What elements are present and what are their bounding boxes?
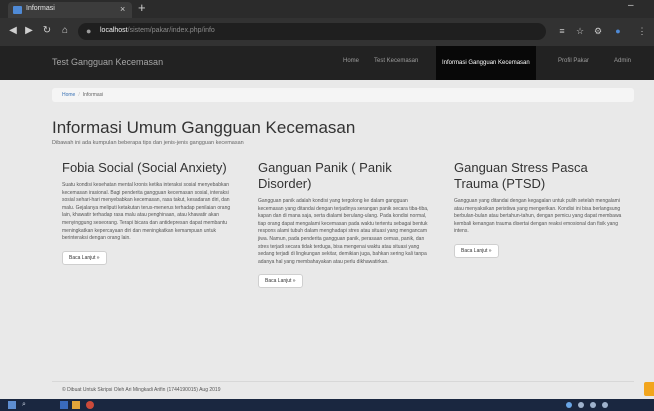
address-bar[interactable]: ● localhost/sistem/pakar/index.php/info — [78, 23, 546, 40]
browser-tab-bar: Informasi × + – — [0, 0, 654, 18]
tab-title: Informasi — [26, 5, 55, 12]
extension-icon[interactable]: ⚙ — [592, 25, 604, 37]
page-title: Informasi Umum Gangguan Kecemasan — [52, 118, 356, 137]
info-column-panic-disorder: Ganguan Panik ( Panik Disorder) Gangguan… — [258, 160, 434, 289]
new-tab-button[interactable]: + — [138, 1, 146, 15]
home-icon[interactable]: ⌂ — [58, 24, 72, 38]
nav-admin[interactable]: Admin — [614, 58, 631, 64]
column-body: Suatu kondisi kesehatan mental kronis ke… — [62, 182, 231, 242]
lock-icon: ● — [86, 26, 92, 36]
site-navbar: Test Gangguan Kecemasan Home Test Kecema… — [0, 46, 654, 80]
info-column-social-anxiety: Fobia Social (Social Anxiety) Suatu kond… — [62, 160, 238, 265]
forward-icon[interactable]: ▶ — [22, 24, 36, 38]
search-icon[interactable]: ⌕ — [22, 401, 30, 409]
read-more-button[interactable]: Baca Lanjut » — [62, 250, 107, 265]
column-title: Ganguan Panik ( Panik Disorder) — [258, 160, 392, 191]
column-body: Gangguan yang ditandai dengan kegagalan … — [454, 198, 622, 235]
back-icon[interactable]: ◀ — [6, 24, 20, 38]
system-tray — [566, 401, 626, 409]
os-taskbar: ⌕ — [0, 399, 654, 411]
breadcrumb-current: Informasi — [82, 92, 104, 98]
notification-badge[interactable] — [644, 382, 654, 396]
start-icon[interactable] — [8, 401, 16, 409]
minimize-button[interactable]: – — [628, 0, 634, 11]
notification-icon[interactable] — [602, 402, 608, 408]
breadcrumb-separator: / — [78, 92, 80, 98]
page-subtitle: Dibawah ini ada kumpulan beberapa tips d… — [52, 140, 244, 146]
column-body: Gangguan panik adalah kondisi yang tergo… — [258, 198, 429, 265]
footer-divider — [52, 381, 634, 382]
breadcrumb: Home / Informasi — [52, 88, 634, 102]
nav-test-kecemasan[interactable]: Test Kecemasan — [374, 58, 418, 64]
file-explorer-icon[interactable] — [60, 401, 68, 409]
folder-icon[interactable] — [72, 401, 80, 409]
profile-icon[interactable]: ● — [612, 25, 624, 37]
column-title: Ganguan Stress Pasca Trauma (PTSD) — [454, 160, 588, 191]
info-column-ptsd: Ganguan Stress Pasca Trauma (PTSD) Gangg… — [454, 160, 630, 258]
browser-icon[interactable] — [86, 401, 94, 409]
breadcrumb-home[interactable]: Home — [62, 92, 75, 98]
close-tab-icon[interactable]: × — [120, 4, 125, 14]
star-icon[interactable]: ☆ — [574, 25, 586, 37]
favicon-icon — [13, 6, 22, 14]
breadcrumb-text: Home / Informasi — [62, 92, 103, 98]
footer-text: © Dibuat Untuk Skripsi Oleh Ari Mingkadi… — [62, 387, 221, 393]
url-text: localhost/sistem/pakar/index.php/info — [100, 27, 215, 34]
menu-icon[interactable]: ≡ — [556, 25, 568, 37]
browser-tab[interactable]: Informasi × — [8, 2, 132, 18]
site-brand[interactable]: Test Gangguan Kecemasan — [52, 57, 163, 67]
read-more-button[interactable]: Baca Lanjut » — [454, 243, 499, 258]
nav-informasi[interactable]: Informasi Gangguan Kecemasan — [436, 46, 536, 80]
more-icon[interactable]: ⋮ — [636, 25, 648, 37]
nav-home[interactable]: Home — [343, 58, 359, 64]
battery-icon[interactable] — [590, 402, 596, 408]
read-more-button[interactable]: Baca Lanjut » — [258, 274, 303, 289]
column-title: Fobia Social (Social Anxiety) — [62, 160, 227, 175]
nav-profil-pakar[interactable]: Profil Pakar — [558, 58, 589, 64]
reload-icon[interactable]: ↻ — [40, 24, 54, 38]
browser-toolbar: ◀ ▶ ↻ ⌂ ● localhost/sistem/pakar/index.p… — [0, 18, 654, 46]
volume-icon[interactable] — [578, 402, 584, 408]
network-icon[interactable] — [566, 402, 572, 408]
